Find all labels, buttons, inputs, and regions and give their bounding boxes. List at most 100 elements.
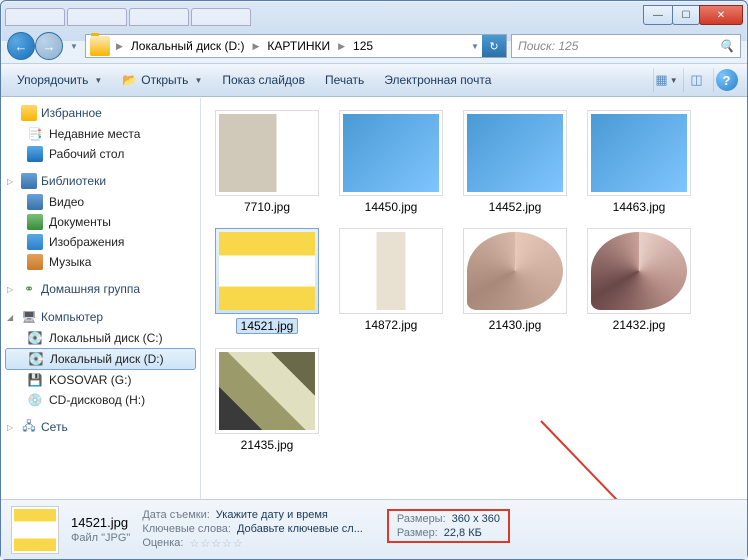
chevron-right-icon[interactable]: ▶ bbox=[336, 41, 347, 52]
sidebar-item-drive-c[interactable]: 💽Локальный диск (C:) bbox=[1, 328, 200, 348]
file-thumbnail bbox=[339, 110, 443, 196]
forward-button[interactable]: → bbox=[35, 32, 63, 60]
file-item[interactable]: 14521.jpg bbox=[209, 228, 325, 334]
chevron-right-icon[interactable]: ▶ bbox=[250, 41, 261, 52]
details-date-label: Дата съемки: bbox=[142, 509, 209, 521]
email-button[interactable]: Электронная почта bbox=[376, 69, 499, 91]
slideshow-button[interactable]: Показ слайдов bbox=[214, 69, 313, 91]
titlebar[interactable]: — ☐ ✕ bbox=[1, 1, 747, 29]
arrow-right-icon: → bbox=[43, 39, 56, 54]
collapse-icon: ▷ bbox=[7, 177, 17, 186]
address-dropdown[interactable]: ▼ bbox=[468, 33, 482, 59]
file-name: 14521.jpg bbox=[236, 318, 299, 334]
chevron-down-icon: ▼ bbox=[670, 76, 678, 85]
libraries-icon bbox=[21, 173, 37, 189]
details-size-value: 22,8 КБ bbox=[444, 527, 482, 539]
sidebar-item-desktop[interactable]: Рабочий стол bbox=[1, 144, 200, 164]
documents-icon bbox=[27, 214, 43, 230]
sidebar-group-favorites[interactable]: Избранное bbox=[1, 102, 200, 124]
sidebar-group-network[interactable]: ▷ 🖧 Сеть bbox=[1, 416, 200, 438]
file-name: 14463.jpg bbox=[613, 200, 666, 214]
video-icon bbox=[27, 194, 43, 210]
details-thumbnail bbox=[11, 506, 59, 554]
file-list[interactable]: 7710.jpg 14450.jpg 14452.jpg 14463.jpg 14521… bbox=[201, 98, 747, 499]
file-item[interactable]: 21435.jpg bbox=[209, 348, 325, 452]
history-dropdown[interactable]: ▼ bbox=[67, 33, 81, 59]
file-item[interactable]: 21432.jpg bbox=[581, 228, 697, 334]
search-input[interactable]: Поиск: 125 🔍 bbox=[511, 34, 741, 58]
maximize-button[interactable]: ☐ bbox=[672, 5, 700, 25]
file-thumbnail bbox=[215, 348, 319, 434]
file-name: 14450.jpg bbox=[365, 200, 418, 214]
sidebar-item-drive-h[interactable]: 💿CD-дисковод (H:) bbox=[1, 390, 200, 410]
sidebar-item-drive-d[interactable]: 💽Локальный диск (D:) bbox=[5, 348, 196, 370]
details-dimensions-value: 360 x 360 bbox=[452, 513, 500, 525]
sidebar-group-computer[interactable]: ◢ 🖥 Компьютер bbox=[1, 306, 200, 328]
file-thumbnail bbox=[463, 110, 567, 196]
file-item[interactable]: 14452.jpg bbox=[457, 110, 573, 214]
sidebar-item-music[interactable]: Музыка bbox=[1, 252, 200, 272]
arrow-left-icon: ← bbox=[15, 39, 28, 54]
file-name: 7710.jpg bbox=[244, 200, 290, 214]
homegroup-icon: ⚭ bbox=[21, 281, 37, 297]
tab-stub[interactable] bbox=[67, 8, 127, 26]
print-button[interactable]: Печать bbox=[317, 69, 372, 91]
chevron-right-icon[interactable]: ▶ bbox=[114, 41, 125, 52]
file-thumbnail bbox=[215, 110, 319, 196]
collapse-icon: ▷ bbox=[7, 423, 17, 432]
details-keywords-label: Ключевые слова: bbox=[142, 523, 231, 535]
open-button[interactable]: 📂 Открыть ▼ bbox=[114, 69, 210, 91]
tab-stub[interactable] bbox=[129, 8, 189, 26]
file-thumbnail bbox=[215, 228, 319, 314]
file-thumbnail bbox=[463, 228, 567, 314]
collapse-icon: ◢ bbox=[7, 313, 17, 322]
cd-icon: 💿 bbox=[27, 392, 43, 408]
sidebar-item-pictures[interactable]: Изображения bbox=[1, 232, 200, 252]
file-item[interactable]: 14450.jpg bbox=[333, 110, 449, 214]
close-button[interactable]: ✕ bbox=[699, 5, 743, 25]
tab-stub[interactable] bbox=[5, 8, 65, 26]
collapse-icon: ▷ bbox=[7, 285, 17, 294]
refresh-button[interactable]: ↻ bbox=[482, 35, 506, 57]
file-name: 14452.jpg bbox=[489, 200, 542, 214]
sidebar-group-homegroup[interactable]: ▷ ⚭ Домашняя группа bbox=[1, 278, 200, 300]
computer-icon: 🖥 bbox=[21, 309, 37, 325]
file-item[interactable]: 14463.jpg bbox=[581, 110, 697, 214]
details-rating-label: Оценка: bbox=[142, 537, 183, 550]
breadcrumb[interactable]: КАРТИНКИ bbox=[261, 35, 336, 57]
chevron-down-icon: ▼ bbox=[194, 76, 202, 85]
address-bar[interactable]: ▶ Локальный диск (D:) ▶ КАРТИНКИ ▶ 125 ▼… bbox=[85, 34, 507, 58]
folder-icon bbox=[90, 36, 110, 56]
sidebar-group-libraries[interactable]: ▷ Библиотеки bbox=[1, 170, 200, 192]
details-rating-value[interactable]: ☆☆☆☆☆ bbox=[189, 537, 243, 550]
file-name: 21435.jpg bbox=[241, 438, 294, 452]
view-icon: ▦ bbox=[655, 72, 667, 88]
recent-icon: 📑 bbox=[27, 126, 43, 142]
breadcrumb[interactable]: Локальный диск (D:) bbox=[125, 35, 251, 57]
help-button[interactable]: ? bbox=[713, 68, 739, 92]
desktop-icon bbox=[27, 146, 43, 162]
minimize-button[interactable]: — bbox=[643, 5, 673, 25]
sidebar-item-recent[interactable]: 📑Недавние места bbox=[1, 124, 200, 144]
back-button[interactable]: ← bbox=[7, 32, 35, 60]
details-keywords-value[interactable]: Добавьте ключевые сл... bbox=[237, 523, 363, 535]
organize-button[interactable]: Упорядочить ▼ bbox=[9, 69, 110, 91]
details-date-value[interactable]: Укажите дату и время bbox=[216, 509, 328, 521]
chevron-down-icon: ▼ bbox=[94, 76, 102, 85]
view-options-button[interactable]: ▦ ▼ bbox=[653, 68, 679, 92]
sidebar-item-documents[interactable]: Документы bbox=[1, 212, 200, 232]
sidebar-item-drive-g[interactable]: 💾KOSOVAR (G:) bbox=[1, 370, 200, 390]
hdd-icon: 💽 bbox=[28, 351, 44, 367]
file-item[interactable]: 21430.jpg bbox=[457, 228, 573, 334]
nav-bar: ← → ▼ ▶ Локальный диск (D:) ▶ КАРТИНКИ ▶… bbox=[1, 29, 747, 63]
file-thumbnail bbox=[587, 228, 691, 314]
file-item[interactable]: 14872.jpg bbox=[333, 228, 449, 334]
file-thumbnail bbox=[339, 228, 443, 314]
annotation-box: Размеры:360 x 360 Размер:22,8 КБ bbox=[387, 509, 510, 543]
file-item[interactable]: 7710.jpg bbox=[209, 110, 325, 214]
navigation-pane[interactable]: Избранное 📑Недавние места Рабочий стол ▷… bbox=[1, 98, 201, 499]
tab-stub[interactable] bbox=[191, 8, 251, 26]
preview-pane-button[interactable]: ◫ bbox=[683, 68, 709, 92]
breadcrumb[interactable]: 125 bbox=[347, 35, 379, 57]
sidebar-item-videos[interactable]: Видео bbox=[1, 192, 200, 212]
